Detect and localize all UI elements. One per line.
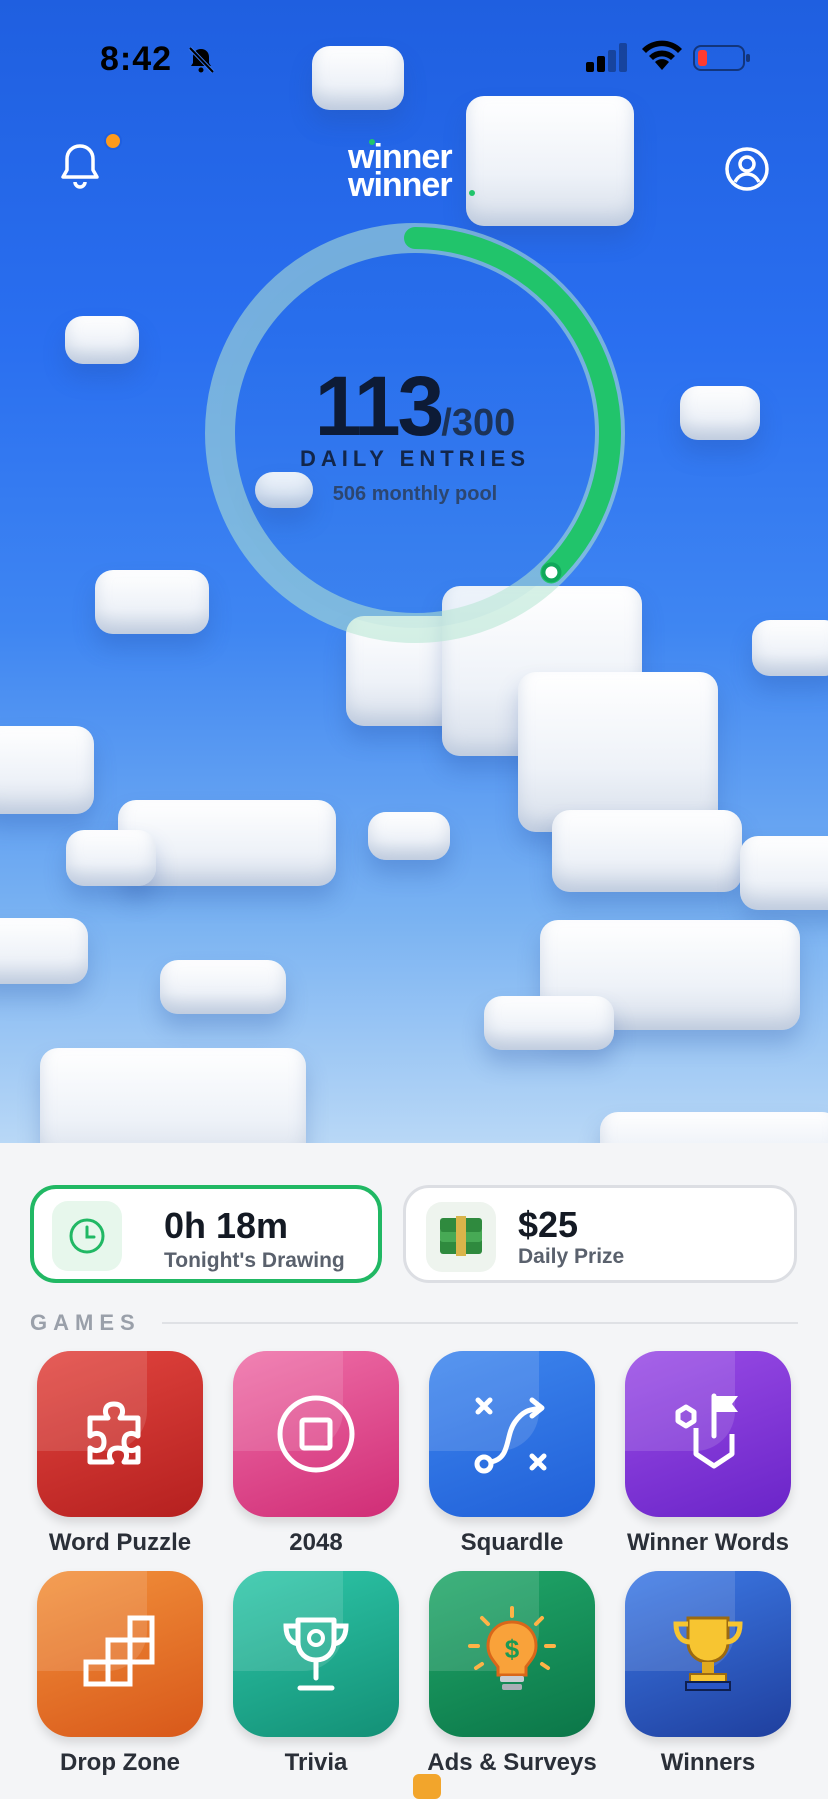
bell-icon[interactable] [56, 140, 104, 192]
svg-text:$: $ [505, 1634, 520, 1664]
cloud-decoration [65, 316, 139, 364]
drawing-countdown: 0h 18m [164, 1205, 289, 1246]
cellular-signal-icon [586, 43, 627, 72]
battery-low-icon [693, 45, 750, 71]
game-tile[interactable]: $ [429, 1571, 595, 1737]
cloud-decoration [552, 810, 742, 892]
cloud-decoration [600, 1112, 828, 1145]
cloud-decoration [40, 1048, 306, 1145]
status-bar: 8:42 [0, 0, 828, 110]
puzzle-piece-icon [87, 1401, 141, 1465]
flag-hexagon-icon [675, 1393, 738, 1469]
wifi-icon [642, 40, 682, 70]
game-label: Trivia [284, 1749, 348, 1776]
cloud-decoration [466, 96, 634, 226]
game-label: 2048 [289, 1529, 343, 1556]
profile-icon[interactable] [724, 146, 770, 192]
game-2048[interactable]: 2048 [218, 1351, 414, 1557]
cloud-decoration [0, 726, 94, 814]
entries-readout: 113/300 DAILY ENTRIES 506 monthly pool [200, 218, 630, 648]
cloud-decoration [752, 620, 828, 676]
entries-max: /300 [441, 402, 516, 444]
bell-slash-icon [188, 46, 215, 74]
gold-trophy-icon [673, 1616, 743, 1691]
game-label: Ads & Surveys [427, 1749, 597, 1776]
game-word-puzzle[interactable]: Word Puzzle [22, 1351, 218, 1557]
status-time: 8:42 [100, 40, 173, 78]
game-tile[interactable] [625, 1351, 791, 1517]
game-winners[interactable]: Winners [610, 1571, 806, 1777]
game-label: Word Puzzle [48, 1529, 192, 1556]
games-section-label: GAMES [30, 1310, 141, 1335]
entries-count: 113 [314, 359, 445, 453]
clock-icon [69, 1218, 105, 1254]
game-drop-zone[interactable]: Drop Zone [22, 1571, 218, 1777]
drawing-label: Tonight's Drawing [164, 1249, 345, 1272]
cloud-decoration [518, 672, 718, 832]
game-tile[interactable] [429, 1351, 595, 1517]
svg-text:winner: winner [347, 166, 452, 202]
lightbulb-dollar-icon: $ [468, 1606, 556, 1690]
game-trivia[interactable]: Trivia [218, 1571, 414, 1777]
game-tile[interactable] [233, 1571, 399, 1737]
game-label: Winners [660, 1749, 756, 1776]
cloud-decoration [740, 836, 828, 910]
blocks-icon [83, 1615, 155, 1687]
clock-icon-wrap [52, 1201, 122, 1271]
game-squardle[interactable]: Squardle [414, 1351, 610, 1557]
stop-circle-icon [277, 1395, 355, 1473]
game-label: Winner Words [626, 1529, 789, 1556]
game-tile[interactable] [233, 1351, 399, 1517]
game-ads-surveys[interactable]: $ Ads & Surveys [414, 1571, 610, 1777]
notification-dot [104, 132, 122, 150]
money-icon-wrap [426, 1202, 496, 1272]
trophy-icon [283, 1617, 349, 1691]
floating-badge[interactable] [413, 1774, 441, 1799]
monthly-pool-label: 506 monthly pool [332, 483, 498, 505]
cloud-decoration [484, 996, 614, 1050]
game-label: Squardle [460, 1529, 564, 1556]
game-tile[interactable] [37, 1351, 203, 1517]
money-stack-icon [440, 1216, 482, 1256]
prize-amount: $25 [518, 1204, 579, 1245]
cloud-decoration [66, 830, 156, 886]
prize-label: Daily Prize [518, 1245, 625, 1268]
game-tile[interactable] [37, 1571, 203, 1737]
game-winner-words[interactable]: Winner Words [610, 1351, 806, 1557]
games-divider [162, 1322, 798, 1324]
entries-label: DAILY ENTRIES [299, 446, 531, 471]
game-tile[interactable] [625, 1571, 791, 1737]
winner-winner-logo: winner winner [347, 138, 475, 202]
game-label: Drop Zone [60, 1749, 180, 1776]
drawing-countdown-card[interactable]: 0h 18m Tonight's Drawing [30, 1185, 382, 1283]
cloud-decoration [160, 960, 286, 1014]
cloud-decoration [0, 918, 88, 984]
cloud-decoration [368, 812, 450, 860]
strategy-path-icon [474, 1397, 547, 1474]
daily-prize-card[interactable]: $25 Daily Prize [403, 1185, 797, 1283]
cloud-decoration [95, 570, 209, 634]
cloud-decoration [680, 386, 760, 440]
